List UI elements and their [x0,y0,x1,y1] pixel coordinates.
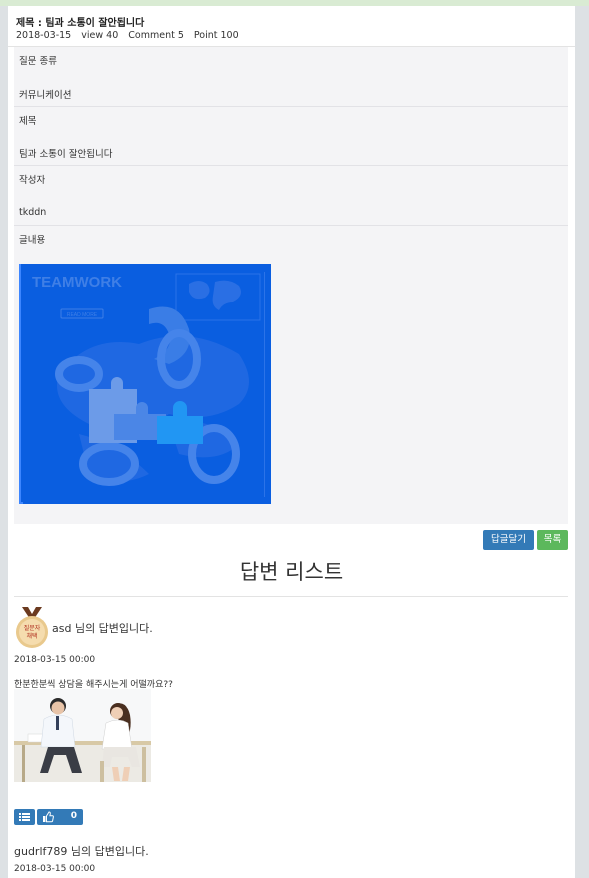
post-info-table: 질문 종류 커뮤니케이션 제목 팀과 소통이 잘안됩니다 작성자 tkddn 글… [14,47,568,524]
title-label: 제목 [19,116,37,127]
post-header: 제목 : 팀과 소통이 잘안됩니다 2018-03-15 view 40 Com… [8,6,575,47]
question-detail-panel: 제목 : 팀과 소통이 잘안됩니다 2018-03-15 view 40 Com… [8,6,575,878]
list-button[interactable]: 목록 [537,530,568,550]
accepted-answer-medal-icon: 질문자 채택 [16,607,48,648]
answer-list-button[interactable] [14,809,35,825]
teamwork-headline: TEAMWORK [32,274,122,291]
title-value: 팀과 소통이 잘안됩니다 [19,149,113,160]
point-value: Point 100 [193,30,239,41]
post-meta: 2018-03-15 view 40 Comment 5 Point 100 [16,30,246,41]
like-button[interactable]: 0 [37,809,83,825]
content-label: 글내용 [19,235,46,246]
row-title: 제목 팀과 소통이 잘안됩니다 [14,107,568,166]
row-question-type: 질문 종류 커뮤니케이션 [14,47,568,107]
author-value: tkddn [19,207,47,218]
author-label: 작성자 [19,175,46,186]
reply-button[interactable]: 답글달기 [483,530,534,550]
like-count: 0 [70,811,77,821]
answer-date-2: 2018-03-15 00:00 [14,864,96,874]
view-count: view 40 [81,30,119,41]
answer-photo [14,689,151,782]
answer-date: 2018-03-15 00:00 [14,655,96,665]
post-date: 2018-03-15 [16,30,72,41]
answer-list-title: 답변 리스트 [239,560,344,584]
answer-divider [14,596,568,597]
medal-text-line2: 채택 [26,632,37,640]
post-title: 제목 : 팀과 소통이 잘안됩니다 [16,18,145,29]
thumbs-up-icon [43,811,54,823]
comment-count: Comment 5 [128,30,184,41]
question-type-label: 질문 종류 [19,56,57,67]
read-more-text: READ MORE [67,312,98,318]
teamwork-image: TEAMWORK READ MORE [19,264,271,504]
list-icon [19,813,30,821]
medal-text-line1: 질문자 [24,624,41,632]
row-author: 작성자 tkddn [14,166,568,226]
answer-author: asd 님의 답변입니다. [52,622,153,635]
answer-author-2: gudrlf789 님의 답변입니다. [14,845,149,858]
question-type-value: 커뮤니케이션 [19,90,72,101]
